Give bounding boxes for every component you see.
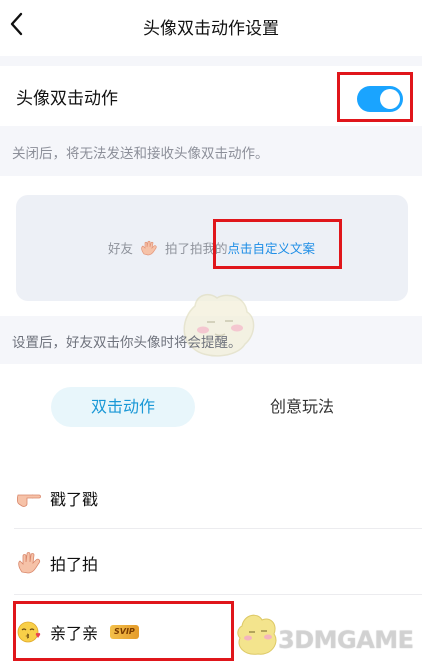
watermark-mascot: [183, 293, 255, 357]
action-item-poke[interactable]: 戳了戳: [0, 466, 422, 528]
setting-label: 头像双击动作: [16, 89, 118, 109]
after-hint-text: 设置后，好友双击你头像时将会提醒。: [12, 335, 242, 351]
waving-hand-icon: [141, 240, 157, 256]
off-hint-text: 关闭后，将无法发送和接收头像双击动作。: [12, 146, 269, 162]
preview-prefix: 好友: [108, 241, 134, 256]
watermark-text: 3DMGAME: [278, 626, 414, 654]
pointing-hand-icon: [16, 494, 41, 507]
kiss-item-highlight-box: [13, 601, 234, 661]
divider: [14, 528, 422, 529]
waving-hand-icon: [18, 552, 41, 574]
tab-double-tap-actions[interactable]: 双击动作: [51, 387, 195, 427]
nav-bar: 头像双击动作设置: [0, 0, 422, 56]
toggle-knob: [380, 89, 400, 109]
watermark-logo: [237, 614, 277, 655]
action-label: 戳了戳: [50, 490, 99, 509]
toggle-highlight-box: [337, 72, 413, 122]
divider: [14, 594, 422, 595]
double-tap-toggle[interactable]: [357, 86, 403, 112]
action-item-pat[interactable]: 拍了拍: [0, 531, 422, 593]
tab-creative-play[interactable]: 创意玩法: [235, 387, 369, 427]
action-label: 拍了拍: [50, 555, 99, 574]
custom-link-highlight-box: [213, 219, 342, 269]
page-title: 头像双击动作设置: [143, 19, 279, 39]
